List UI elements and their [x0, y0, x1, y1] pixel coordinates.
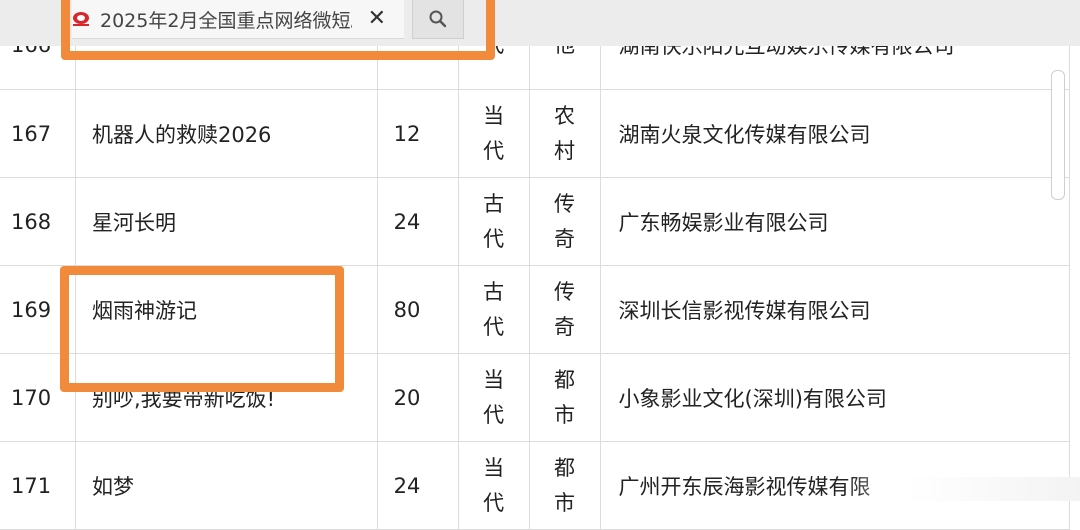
row-number: 171: [0, 441, 76, 530]
find-toolbar: 2025年2月全国重点网络微短剧 ✕: [0, 0, 1080, 46]
row-number: 169: [0, 265, 76, 354]
search-icon: [429, 10, 447, 28]
drama-title: 别吵,我要带新吃饭!: [74, 353, 378, 442]
episode-count: 24: [376, 177, 459, 266]
drama-title: 机器人的救赎2026: [74, 89, 378, 178]
producer-company: 小象影业文化(深圳)有限公司: [599, 353, 1070, 442]
producer-company: 湖南火泉文化传媒有限公司: [599, 89, 1070, 178]
era-cell: 当代: [457, 353, 530, 442]
row-number: 168: [0, 177, 76, 266]
producer-company: 深圳长信影视传媒有限公司: [599, 265, 1070, 354]
genre-cell: 传奇: [528, 265, 601, 354]
drama-title: 如梦: [74, 441, 378, 530]
table-row: 170 别吵,我要带新吃饭! 20 当代 都市 小象影业文化(深圳)有限公司: [0, 353, 1070, 442]
episode-count: 80: [376, 265, 459, 354]
search-input[interactable]: 2025年2月全国重点网络微短剧 ✕: [72, 0, 404, 39]
episode-count: 12: [376, 89, 459, 178]
era-cell: 古代: [457, 177, 530, 266]
site-logo-icon: [72, 11, 90, 27]
era-cell: 当代: [457, 89, 530, 178]
search-button[interactable]: [412, 0, 464, 39]
drama-title: 星河长明: [74, 177, 378, 266]
table-row: 168 星河长明 24 古代 传奇 广东畅娱影业有限公司: [0, 177, 1070, 266]
genre-cell: 传奇: [528, 177, 601, 266]
watermark: [850, 477, 1080, 501]
genre-cell: 农村: [528, 89, 601, 178]
episode-count: 24: [376, 441, 459, 530]
episode-count: 20: [376, 353, 459, 442]
table-row: 167 机器人的救赎2026 12 当代 农村 湖南火泉文化传媒有限公司: [0, 89, 1070, 178]
genre-cell: 都市: [528, 353, 601, 442]
table-row: 169 烟雨神游记 80 古代 传奇 深圳长信影视传媒有限公司: [0, 265, 1070, 354]
row-number: 167: [0, 89, 76, 178]
drama-list-table: 166 代 他 湖南快乐阳光互动娱乐传媒有限公司 167 机器人的救赎2026 …: [0, 0, 1070, 530]
search-query-text: 2025年2月全国重点网络微短剧: [100, 9, 352, 32]
drama-title: 烟雨神游记: [74, 265, 378, 354]
scrollbar-thumb[interactable]: [1051, 70, 1065, 200]
genre-cell: 都市: [528, 441, 601, 530]
era-cell: 当代: [457, 441, 530, 530]
era-cell: 古代: [457, 265, 530, 354]
producer-company: 广东畅娱影业有限公司: [599, 177, 1070, 266]
row-number: 170: [0, 353, 76, 442]
close-icon[interactable]: ✕: [368, 6, 386, 31]
